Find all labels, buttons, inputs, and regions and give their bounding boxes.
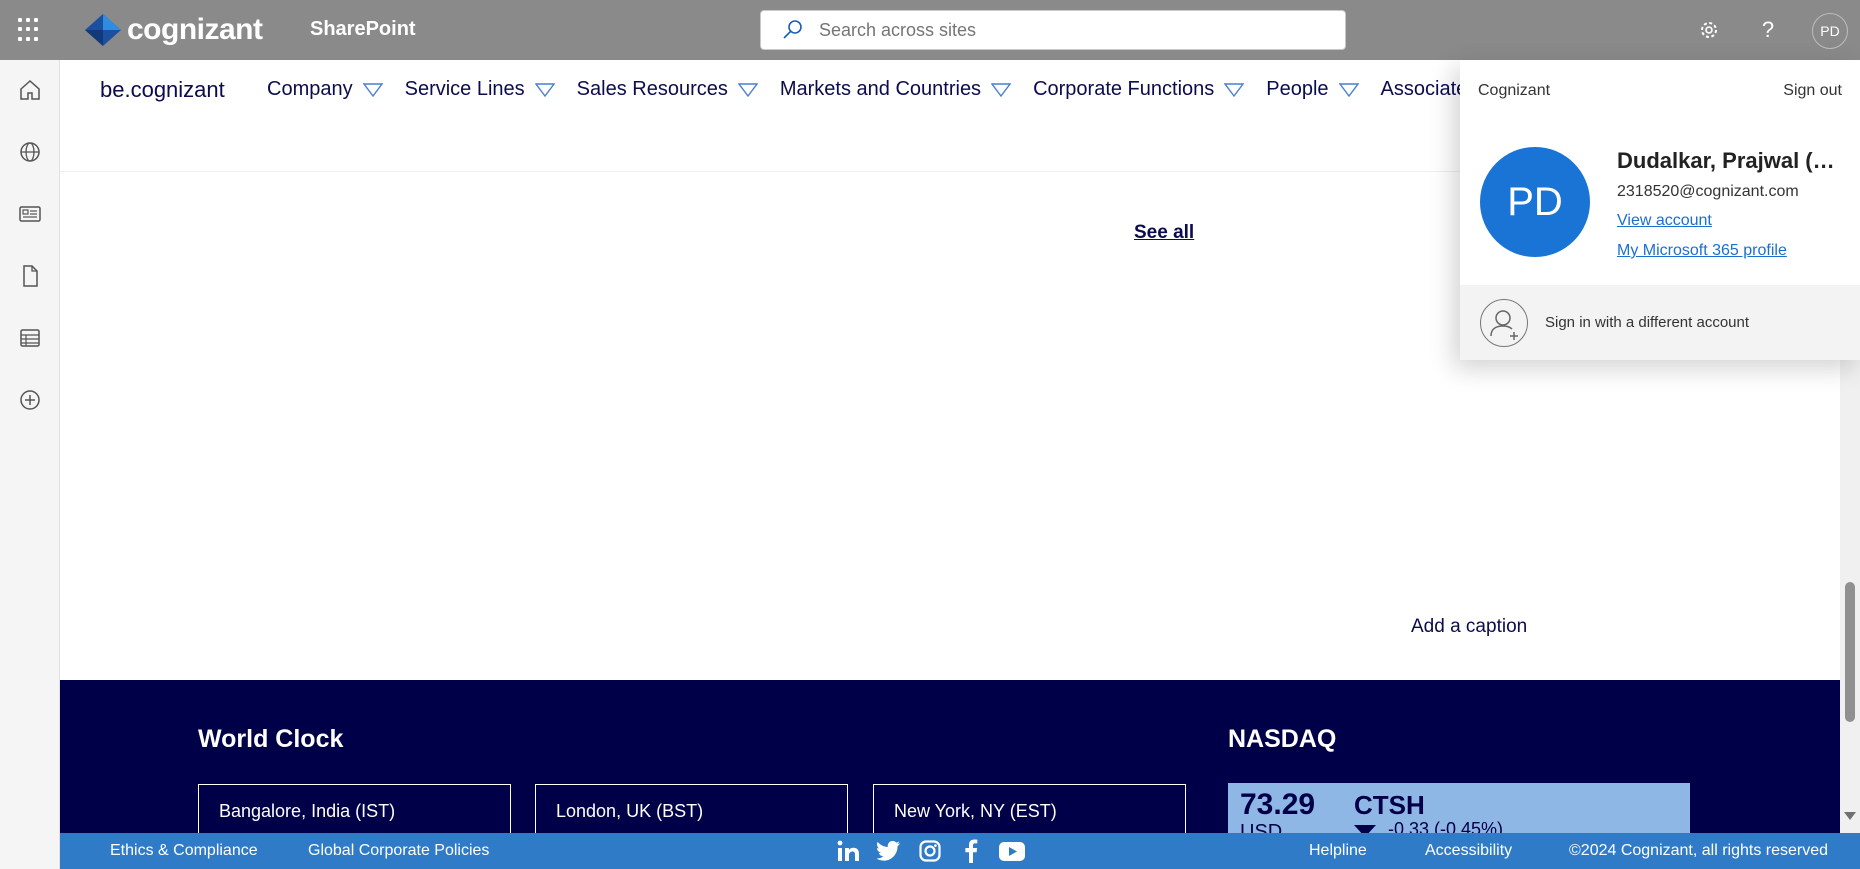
footer-section: World Clock Bangalore, India (IST) Londo… xyxy=(60,680,1840,834)
search-icon xyxy=(783,20,802,39)
search-box[interactable] xyxy=(760,10,1346,50)
clock-new-york: New York, NY (EST) xyxy=(873,784,1186,834)
nav-item-markets-and-countries[interactable]: Markets and Countries xyxy=(779,78,1012,101)
cognizant-logo-mark-icon xyxy=(85,14,121,46)
add-circle-icon[interactable] xyxy=(18,388,42,412)
account-manager-flyout: Cognizant Sign out PD Dudalkar, Prajwal … xyxy=(1460,60,1860,360)
scrollbar-thumb[interactable] xyxy=(1845,582,1855,722)
clock-bangalore: Bangalore, India (IST) xyxy=(198,784,511,834)
copyright-text: ©2024 Cognizant, all rights reserved xyxy=(1569,842,1829,859)
stock-symbol: CTSH xyxy=(1354,790,1425,820)
cognizant-logo[interactable]: cognizant xyxy=(85,12,263,48)
file-icon[interactable] xyxy=(18,264,42,288)
stock-change: -0.33 (-0.45%) xyxy=(1388,819,1504,833)
user-email: 2318520@cognizant.com xyxy=(1617,183,1799,200)
scroll-down-arrow-icon[interactable] xyxy=(1844,812,1856,820)
helpline-link[interactable]: Helpline xyxy=(1309,842,1367,860)
youtube-icon[interactable] xyxy=(999,838,1025,864)
global-policies-link[interactable]: Global Corporate Policies xyxy=(308,842,489,860)
nav-item-label: Corporate Functions xyxy=(1033,78,1215,100)
nav-item-company[interactable]: Company xyxy=(267,78,383,101)
nav-item-people[interactable]: People xyxy=(1266,78,1359,101)
view-account-link[interactable]: View account xyxy=(1617,212,1712,230)
settings-gear-icon[interactable] xyxy=(1694,15,1724,45)
chevron-down-icon xyxy=(737,82,758,97)
site-title[interactable]: be.cognizant xyxy=(100,77,225,103)
stock-ticker: 73.29 USD CTSH -0.33 (-0.45%) xyxy=(1228,783,1690,833)
suite-bar: cognizant SharePoint ? PD xyxy=(0,0,1860,60)
add-person-icon xyxy=(1480,299,1528,347)
switch-account-button[interactable]: Sign in with a different account xyxy=(1460,285,1860,360)
search-input[interactable] xyxy=(819,19,1299,41)
clock-london: London, UK (BST) xyxy=(535,784,848,834)
user-display-name: Dudalkar, Prajwal (… xyxy=(1617,148,1835,173)
instagram-icon[interactable] xyxy=(917,838,943,864)
see-all-link[interactable]: See all xyxy=(1134,222,1194,244)
nav-item-label: Company xyxy=(267,78,353,100)
home-icon[interactable] xyxy=(18,78,42,102)
chevron-down-icon xyxy=(534,82,555,97)
help-icon[interactable]: ? xyxy=(1753,15,1783,45)
app-launcher-icon[interactable] xyxy=(18,18,42,42)
globe-icon[interactable] xyxy=(18,140,42,164)
m365-profile-link[interactable]: My Microsoft 365 profile xyxy=(1617,242,1787,260)
chevron-down-icon xyxy=(1224,82,1245,97)
chevron-down-icon xyxy=(1338,82,1359,97)
accessibility-link[interactable]: Accessibility xyxy=(1425,842,1512,860)
list-icon[interactable] xyxy=(18,326,42,350)
facebook-icon[interactable] xyxy=(958,838,984,864)
organization-name: Cognizant xyxy=(1478,82,1551,99)
news-icon[interactable] xyxy=(18,202,42,226)
nav-item-label: Markets and Countries xyxy=(779,78,982,100)
stock-currency: USD xyxy=(1240,821,1283,833)
nav-item-label: Service Lines xyxy=(404,78,525,100)
ethics-compliance-link[interactable]: Ethics & Compliance xyxy=(110,842,258,860)
image-caption[interactable]: Add a caption xyxy=(1411,616,1527,638)
stock-price: 73.29 xyxy=(1240,788,1316,821)
linkedin-icon[interactable] xyxy=(836,838,862,864)
left-app-rail xyxy=(0,60,60,869)
app-name[interactable]: SharePoint xyxy=(310,18,416,41)
chevron-down-icon xyxy=(362,82,383,97)
top-nav-menu: Company Service Lines Sales Resources Ma… xyxy=(267,78,1514,101)
switch-account-label: Sign in with a different account xyxy=(1545,314,1750,331)
nav-item-sales-resources[interactable]: Sales Resources xyxy=(577,78,758,101)
nav-item-label: People xyxy=(1266,78,1329,100)
price-down-arrow-icon xyxy=(1354,825,1376,833)
nav-item-label: Sales Resources xyxy=(576,78,728,100)
twitter-icon[interactable] xyxy=(876,838,902,864)
world-clock-title: World Clock xyxy=(198,725,344,753)
chevron-down-icon xyxy=(991,82,1012,97)
account-avatar-button[interactable]: PD xyxy=(1812,13,1848,49)
avatar: PD xyxy=(1480,147,1590,257)
sign-out-button[interactable]: Sign out xyxy=(1783,82,1842,100)
nasdaq-title: NASDAQ xyxy=(1228,725,1337,753)
nav-item-service-lines[interactable]: Service Lines xyxy=(405,78,555,101)
logo-text: cognizant xyxy=(127,13,263,46)
nav-item-corporate-functions[interactable]: Corporate Functions xyxy=(1033,78,1245,101)
footer-bar: Ethics & Compliance Global Corporate Pol… xyxy=(60,833,1860,869)
